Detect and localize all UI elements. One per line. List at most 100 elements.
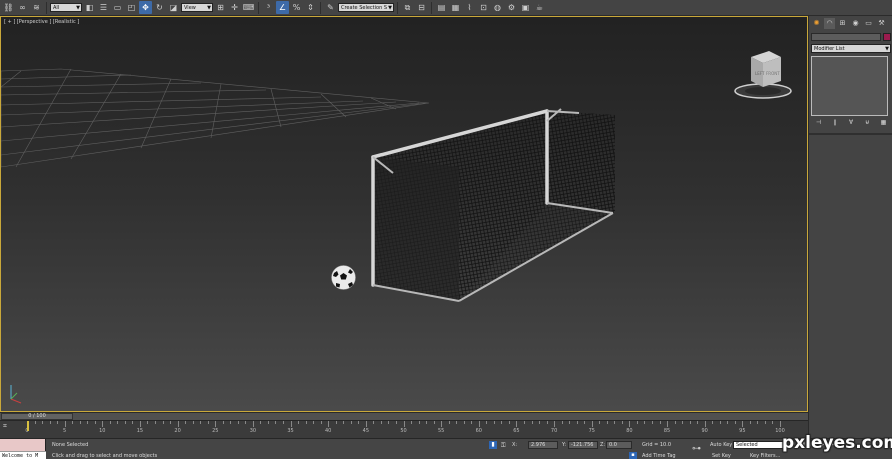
- snaps-toggle-icon[interactable]: ³: [262, 1, 275, 14]
- track-tick: [742, 421, 744, 427]
- show-end-result-icon[interactable]: ∥: [829, 118, 840, 127]
- absolute-mode-icon[interactable]: ⚿: [501, 442, 506, 450]
- pivot-center-icon[interactable]: ⊞: [214, 1, 227, 14]
- auto-key-button[interactable]: Auto Key: [710, 442, 732, 448]
- hierarchy-tab-icon[interactable]: ⊞: [837, 18, 848, 29]
- track-tick: [531, 421, 533, 424]
- configure-modifier-sets-icon[interactable]: ▦: [878, 118, 889, 127]
- named-selection-dropdown[interactable]: Create Selection S ▼: [338, 3, 394, 12]
- mini-curve-editor-icon[interactable]: ⌗: [3, 422, 15, 430]
- add-time-tag-button[interactable]: Add Time Tag: [642, 453, 676, 459]
- track-tick: [493, 421, 495, 424]
- add-time-tag-icon[interactable]: ▪: [629, 452, 637, 459]
- rendered-frame-window-icon[interactable]: ▣: [519, 1, 532, 14]
- maxscript-listener[interactable]: Welcome to M: [0, 439, 46, 459]
- viewcube-front-label[interactable]: FRONT: [766, 71, 780, 76]
- select-scale-icon[interactable]: ◪: [167, 1, 180, 14]
- track-tick: [132, 421, 134, 424]
- track-tick: [49, 421, 51, 424]
- select-by-name-icon[interactable]: ☰: [97, 1, 110, 14]
- display-tab-icon[interactable]: ▭: [863, 18, 874, 29]
- time-slider-handle[interactable]: 0 / 100: [1, 413, 73, 420]
- soccer-ball[interactable]: [331, 265, 356, 290]
- make-unique-icon[interactable]: ∀: [846, 118, 857, 127]
- modifier-list-dropdown[interactable]: Modifier List ▼: [811, 44, 891, 53]
- reference-coordinate-dropdown[interactable]: View ▼: [181, 3, 213, 12]
- track-tick: [328, 421, 330, 427]
- rectangular-selection-icon[interactable]: ▭: [111, 1, 124, 14]
- track-tick: [734, 421, 736, 424]
- material-editor-icon[interactable]: ◍: [491, 1, 504, 14]
- object-name-field[interactable]: [811, 33, 881, 41]
- track-tick: [569, 421, 571, 424]
- render-production-icon[interactable]: ☕: [533, 1, 546, 14]
- select-move-icon[interactable]: ✥: [139, 1, 152, 14]
- track-tick: [343, 421, 345, 424]
- unlink-icon[interactable]: ∞: [16, 1, 29, 14]
- track-tick-label: 15: [136, 428, 144, 434]
- select-link-icon[interactable]: ⛓: [2, 1, 15, 14]
- utilities-tab-icon[interactable]: ⚒: [876, 18, 887, 29]
- select-rotate-icon[interactable]: ↻: [153, 1, 166, 14]
- edit-named-selection-icon[interactable]: ✎: [324, 1, 337, 14]
- selection-filter-dropdown[interactable]: All ▼: [50, 3, 82, 12]
- y-coord-label: Y:: [562, 442, 567, 448]
- viewcube-left-label[interactable]: LEFT: [755, 71, 765, 76]
- mirror-icon[interactable]: ⧉: [401, 1, 414, 14]
- angle-snap-icon[interactable]: ∠: [276, 1, 289, 14]
- track-tick: [34, 421, 36, 424]
- track-tick: [260, 421, 262, 424]
- x-coord-field[interactable]: 2.976: [528, 441, 558, 449]
- axis-tripod: [10, 385, 22, 404]
- remove-modifier-icon[interactable]: ⊌: [862, 118, 873, 127]
- object-color-swatch[interactable]: [883, 33, 891, 41]
- track-tick: [418, 421, 420, 424]
- selection-lock-icon[interactable]: ▮: [489, 441, 497, 449]
- key-selection-dropdown[interactable]: Selected: [733, 441, 785, 449]
- render-setup-icon[interactable]: ⚙: [505, 1, 518, 14]
- pin-stack-icon[interactable]: ⊣: [813, 118, 824, 127]
- track-tick-label: 25: [212, 428, 219, 434]
- bind-spacewarp-icon[interactable]: ≋: [30, 1, 43, 14]
- align-icon[interactable]: ⊟: [415, 1, 428, 14]
- schematic-view-icon[interactable]: ⊡: [477, 1, 490, 14]
- y-coord-field[interactable]: -121.756: [568, 441, 598, 449]
- toolbar-separator: [258, 1, 259, 14]
- curve-editor-icon[interactable]: ⌇: [463, 1, 476, 14]
- z-coord-field[interactable]: 0.0: [606, 441, 632, 449]
- window-crossing-icon[interactable]: ◰: [125, 1, 138, 14]
- track-tick: [139, 421, 141, 427]
- track-tick: [629, 421, 631, 427]
- reference-coordinate-value: View: [184, 4, 196, 11]
- ribbon-icon[interactable]: ▦: [449, 1, 462, 14]
- motion-tab-icon[interactable]: ◉: [850, 18, 861, 29]
- track-tick: [644, 421, 646, 424]
- track-tick: [313, 421, 315, 424]
- track-tick: [667, 421, 669, 427]
- perspective-viewport[interactable]: [ + ] [Perspective ] [Realistic ] LEFT F…: [0, 16, 808, 412]
- percent-snap-icon[interactable]: %: [290, 1, 303, 14]
- track-bar[interactable]: ⌗ 0 5 10 15 20 25 30 35 40 45 50 55 60 65 70 75 80 85 90 95…: [0, 420, 808, 438]
- select-manipulate-icon[interactable]: ✛: [228, 1, 241, 14]
- modifier-stack[interactable]: [811, 56, 888, 116]
- track-tick: [727, 421, 729, 424]
- grid-spacing-label: Grid = 10.0: [642, 442, 671, 448]
- select-object-icon[interactable]: ◧: [83, 1, 96, 14]
- track-tick: [591, 421, 593, 427]
- time-slider[interactable]: 0 / 100: [0, 412, 808, 420]
- key-mode-icon[interactable]: ⊶: [692, 444, 701, 454]
- track-tick: [155, 421, 156, 424]
- spinner-snap-icon[interactable]: ⇕: [304, 1, 317, 14]
- viewcube[interactable]: LEFT FRONT: [733, 47, 793, 102]
- maxscript-output[interactable]: Welcome to M: [0, 451, 46, 459]
- track-tick-label: 5: [63, 428, 67, 434]
- track-tick: [207, 421, 209, 424]
- keyboard-shortcut-icon[interactable]: ⌨: [242, 1, 255, 14]
- track-tick: [584, 421, 586, 424]
- key-filters-button[interactable]: Key Filters...: [750, 453, 780, 459]
- modify-tab-icon[interactable]: ◠: [824, 17, 835, 29]
- track-tick: [599, 421, 601, 424]
- layer-manager-icon[interactable]: ▤: [435, 1, 448, 14]
- set-key-button[interactable]: Set Key: [712, 453, 731, 459]
- create-tab-icon[interactable]: ✺: [811, 18, 822, 29]
